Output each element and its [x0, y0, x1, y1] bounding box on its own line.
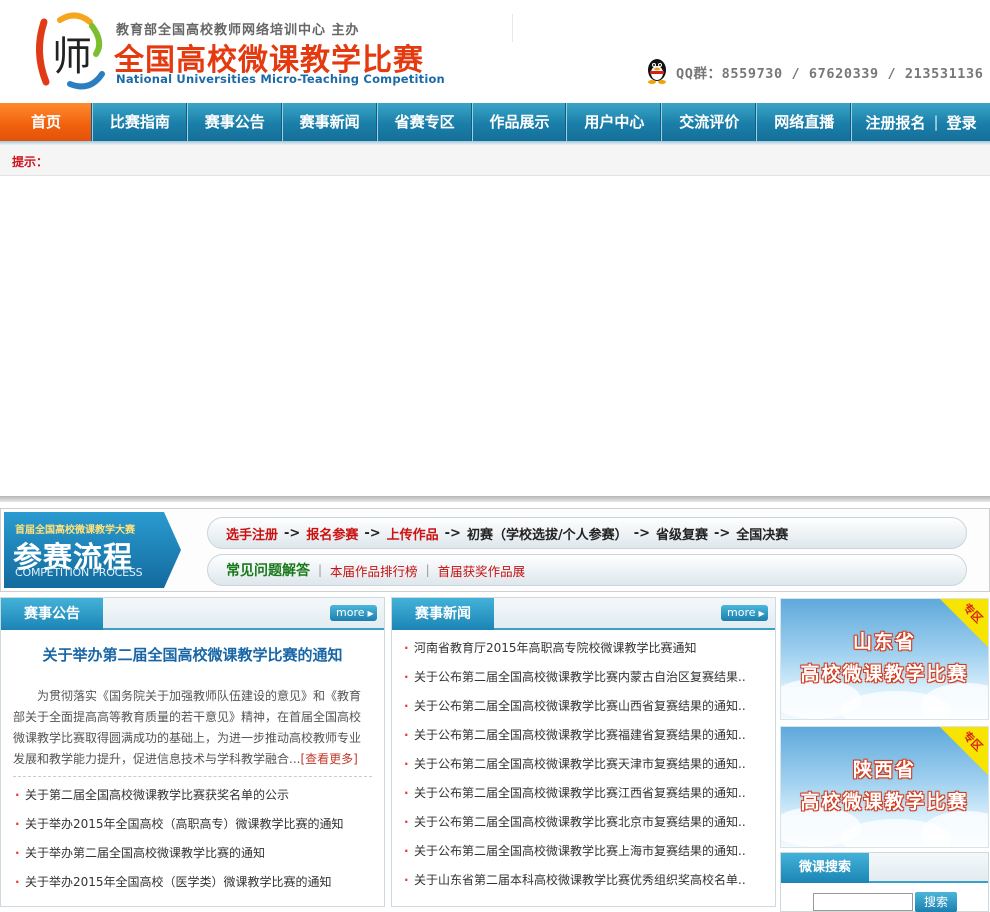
panel-header: 赛事公告 more ▶: [1, 598, 384, 630]
step-arrow: ->: [284, 525, 301, 541]
process-steps: 选手注册 -> 报名参赛 -> 上传作品 -> 初赛（学校选拔/个人参赛） ->…: [207, 517, 967, 549]
register-link[interactable]: 注册报名: [866, 112, 926, 133]
list-item[interactable]: 关于公布第二届全国高校微课教学比赛内蒙古自治区复赛结果..: [402, 663, 767, 692]
step-arrow: ->: [364, 525, 381, 541]
faq-separator: |: [318, 563, 323, 577]
list-item[interactable]: 关于公布第二届全国高校微课教学比赛北京市复赛结果的通知..: [402, 808, 767, 837]
nav-item-live[interactable]: 网络直播: [757, 103, 853, 141]
list-item[interactable]: 关于公布第二届全国高校微课教学比赛山西省复赛结果的通知..: [402, 692, 767, 721]
nav-item-announcements[interactable]: 赛事公告: [188, 103, 283, 141]
banner-area: [0, 176, 990, 496]
step-arrow: ->: [633, 525, 650, 541]
headline-link[interactable]: 关于举办第二届全国高校微课教学比赛的通知: [1, 644, 384, 665]
list-item[interactable]: 关于举办2015年全国高校（高职高专）微课教学比赛的通知: [13, 810, 376, 839]
news-more-button[interactable]: more ▶: [721, 605, 768, 621]
search-panel: 微课搜索 搜索: [780, 852, 989, 912]
nav-separator: |: [933, 113, 939, 131]
nav-item-provincial[interactable]: 省赛专区: [378, 103, 473, 141]
search-input[interactable]: [813, 893, 913, 911]
list-item[interactable]: 关于举办第二届全国高校微课教学比赛的通知: [13, 839, 376, 868]
list-item[interactable]: 关于举办2015年全国高校（医学类）微课教学比赛的通知: [13, 868, 376, 897]
step-arrow: ->: [444, 525, 461, 541]
step-upload[interactable]: 上传作品: [387, 524, 439, 543]
nav-item-works[interactable]: 作品展示: [473, 103, 568, 141]
ranking-link[interactable]: 本届作品排行榜: [330, 561, 418, 580]
header-divider: [512, 14, 513, 42]
nav-item-news[interactable]: 赛事新闻: [283, 103, 378, 141]
qq-group-numbers: QQ群：8559730 / 67620339 / 213531136: [676, 66, 984, 82]
shaanxi-zone-banner[interactable]: 陕西省 高校微课教学比赛 专区: [780, 726, 989, 848]
news-list: 河南省教育厅2015年高职高专院校微课教学比赛通知 关于公布第二届全国高校微课教…: [402, 634, 767, 895]
step-preliminary: 初赛（学校选拔/个人参赛）: [466, 527, 628, 543]
panel-header: 赛事新闻 more ▶: [392, 598, 775, 630]
panel-header: 微课搜索: [781, 853, 988, 883]
notice-bar: 提示：: [0, 145, 990, 176]
shandong-zone-banner[interactable]: 山东省 高校微课教学比赛 专区: [780, 598, 989, 720]
logo-char: 师: [52, 34, 92, 80]
search-tab: 微课搜索: [781, 853, 869, 883]
site-header: 师 教育部全国高校教师网络培训中心 主办 全国高校微课教学比赛 National…: [0, 0, 990, 103]
list-item[interactable]: 关于山东省第二届本科高校微课教学比赛优秀组织奖高校名单..: [402, 866, 767, 895]
announcement-list: 关于第二届全国高校微课教学比赛获奖名单的公示 关于举办2015年全国高校（高职高…: [13, 781, 376, 897]
list-item[interactable]: 河南省教育厅2015年高职高专院校微课教学比赛通知: [402, 634, 767, 663]
section-divider: [0, 496, 990, 502]
faq-bar: 常见问题解答 | 本届作品排行榜 | 首届获奖作品展: [207, 554, 967, 586]
competition-process: 首届全国高校微课教学大赛 参赛流程 COMPETITION PROCESS 选手…: [0, 508, 990, 592]
notice-label: 提示：: [12, 155, 49, 169]
main-nav: 首页 比赛指南 赛事公告 赛事新闻 省赛专区 作品展示 用户中心 交流评价 网络…: [0, 103, 990, 141]
news-tab[interactable]: 赛事新闻: [392, 598, 494, 630]
qq-penguin-icon: [648, 59, 666, 84]
step-signup[interactable]: 报名参赛: [306, 524, 358, 543]
step-provincial: 省级复赛: [655, 527, 708, 543]
nav-auth-group: 注册报名 | 登录: [852, 103, 990, 141]
zone-subtitle: 高校微课教学比赛: [800, 663, 969, 685]
nav-item-guide[interactable]: 比赛指南: [93, 103, 188, 141]
announcements-more-button[interactable]: more ▶: [330, 605, 377, 621]
award-works-link[interactable]: 首届获奖作品展: [438, 561, 526, 580]
search-button[interactable]: 搜索: [915, 892, 957, 912]
nav-item-user-center[interactable]: 用户中心: [567, 103, 663, 141]
cloud-shape: [921, 811, 988, 847]
headline-summary: 为贯彻落实《国务院关于加强教师队伍建设的意见》和《教育部关于全面提高高等教育质量…: [13, 689, 362, 766]
list-item[interactable]: 关于公布第二届全国高校微课教学比赛江西省复赛结果的通知..: [402, 779, 767, 808]
list-item[interactable]: 关于公布第二届全国高校微课教学比赛天津市复赛结果的通知..: [402, 750, 767, 779]
list-item[interactable]: 关于公布第二届全国高校微课教学比赛上海市复赛结果的通知..: [402, 837, 767, 866]
faq-separator: |: [425, 563, 430, 577]
process-badge-en: COMPETITION PROCESS: [15, 566, 143, 579]
list-item[interactable]: 关于公布第二届全国高校微课教学比赛福建省复赛结果的通知..: [402, 721, 767, 750]
read-more-link[interactable]: [查看更多]: [300, 752, 357, 766]
login-link[interactable]: 登录: [947, 112, 977, 133]
step-arrow: ->: [714, 525, 731, 541]
cloud-shape: [921, 683, 988, 719]
zone-subtitle: 高校微课教学比赛: [800, 791, 969, 813]
faq-link[interactable]: 常见问题解答: [226, 560, 310, 580]
site-logo-icon[interactable]: 师: [30, 12, 108, 92]
announcements-tab[interactable]: 赛事公告: [1, 598, 103, 630]
site-title-en: National Universities Micro-Teaching Com…: [116, 72, 445, 86]
step-register[interactable]: 选手注册: [226, 524, 278, 543]
announcements-panel: 赛事公告 more ▶ 关于举办第二届全国高校微课教学比赛的通知 为贯彻落实《国务…: [0, 597, 385, 907]
list-item[interactable]: 关于第二届全国高校微课教学比赛获奖名单的公示: [13, 781, 376, 810]
nav-item-home[interactable]: 首页: [0, 103, 93, 141]
nav-item-comments[interactable]: 交流评价: [662, 103, 758, 141]
dashed-divider: [13, 776, 372, 777]
news-panel: 赛事新闻 more▶ 河南省教育厅2015年高职高专院校微课教学比赛通知 关于公…: [391, 597, 776, 907]
step-final: 全国决赛: [736, 527, 789, 543]
